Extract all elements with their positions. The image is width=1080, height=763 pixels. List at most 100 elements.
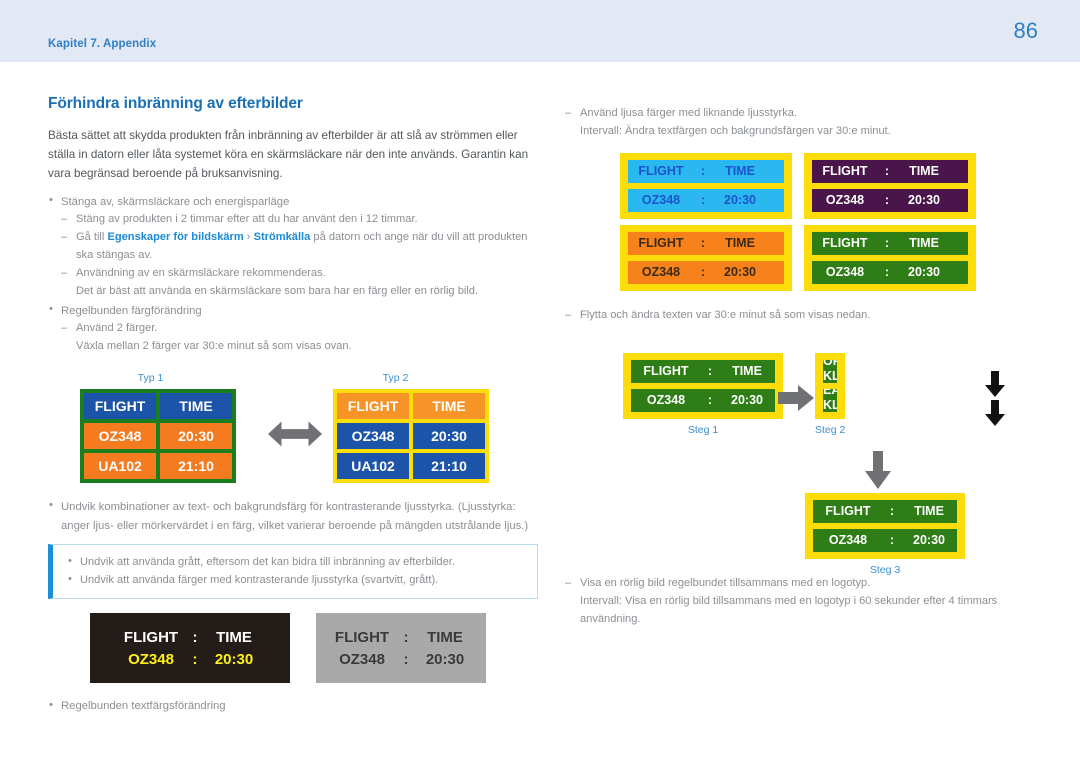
separator: : (889, 533, 895, 548)
link-power-source[interactable]: Strömkälla (254, 231, 311, 243)
contrast-panel-group: FLIGHT : TIME OZ348 : 20:30 FLIGHT : TIM… (90, 613, 538, 684)
cell-flight: OZ348 (641, 265, 681, 280)
cell-flight: OZ348 (337, 423, 409, 450)
list-item: Stänga av, skärmsläckare och energisparl… (48, 192, 538, 301)
right-bullet-1: Använd ljusa färger med liknande ljussty… (565, 105, 1040, 123)
separator: : (192, 650, 198, 668)
list-item: Undvik kombinationer av text- och bakgru… (48, 497, 538, 535)
cell-flight: OZ348 (339, 650, 385, 668)
cell-time: 20:30 (724, 265, 756, 280)
sub-continuation-text: Det är bäst att använda en skärmsläckare… (76, 285, 479, 298)
right-bullet-3-cont: Intervall: Visa en rörlig bild tillsamma… (580, 594, 998, 625)
list-item: Gå till Egenskaper för bildskärm › Ström… (61, 229, 538, 265)
cell-flight: KL0125 (823, 368, 838, 383)
separator: : (884, 236, 890, 251)
right-bullet-2: Flytta och ändra texten var 30:e minut s… (565, 307, 1040, 325)
header-flight: FLIGHT (123, 628, 179, 646)
cell-time: 21:10 (413, 453, 485, 480)
list-item: Regelbunden färgförändring Använd 2 färg… (48, 301, 538, 356)
cell-flight: OZ348 (646, 393, 686, 408)
list-item: Stäng av produkten i 2 timmar efter att … (61, 211, 538, 229)
main-bullet-list: Stänga av, skärmsläckare och energisparl… (48, 192, 538, 356)
table-row: FLIGHT TIME (84, 393, 232, 420)
table-row-scrolling-top: OP0310 : 24:20 KL0125 : 13:50 (823, 359, 838, 383)
page-header-band (0, 0, 1080, 62)
color-panel-cyan: FLIGHT : TIME OZ348 : 20:30 (620, 152, 792, 219)
arrow-down-icon (985, 399, 1005, 426)
header-flight: FLIGHT (822, 164, 868, 179)
header-flight: FLIGHT (638, 164, 684, 179)
steg-diagram: FLIGHT : TIME OZ348 : 20:30 Steg 1 OP031… (565, 341, 1040, 576)
cell-time: 20:30 (913, 533, 945, 548)
steg2-caption: Steg 2 (815, 423, 846, 436)
arrow-right-icon (778, 384, 814, 411)
header-time: TIME (725, 236, 755, 251)
header-flight: FLIGHT (334, 628, 390, 646)
list-item: Undvik att använda färger med kontraster… (67, 570, 527, 590)
header-flight: FLIGHT (638, 236, 684, 251)
cell-time: 20:30 (214, 650, 254, 668)
table-row: OZ348 : 20:30 (628, 188, 784, 212)
steg1-caption: Steg 1 (687, 423, 719, 436)
table-row: UA102 21:10 (337, 453, 485, 480)
table-row: FLIGHT : TIME (812, 159, 968, 183)
cell-time: 20:30 (908, 265, 940, 280)
table-row: OZ348 : 20:30 (326, 651, 476, 668)
color-panel-purple: FLIGHT : TIME OZ348 : 20:30 (804, 152, 976, 219)
separator: : (700, 236, 706, 251)
dark-flight-panel: FLIGHT : TIME OZ348 : 20:30 (90, 613, 290, 684)
list-item: Användning av en skärmsläckare rekommend… (61, 265, 538, 283)
table-row: OZ348 : 20:30 (628, 260, 784, 284)
left-column: Förhindra inbränning av efterbilder Bäst… (48, 95, 538, 715)
table-row: FLIGHT : TIME (628, 231, 784, 255)
steg3-group: FLIGHT : TIME OZ348 : 20:30 Steg 3 (805, 492, 965, 576)
bidirectional-arrow-icon (268, 421, 322, 447)
separator: : (192, 628, 198, 646)
steg1-group: FLIGHT : TIME OZ348 : 20:30 Steg 1 (623, 352, 783, 436)
cell-time: 20:30 (160, 423, 232, 450)
table-row: FLIGHT : TIME (813, 499, 957, 523)
header-time: TIME (732, 364, 762, 379)
page-title: Förhindra inbränning av efterbilder (48, 95, 303, 112)
separator: : (700, 193, 706, 208)
link-display-properties[interactable]: Egenskaper för bildskärm (107, 231, 243, 243)
separator: : (403, 628, 409, 646)
clip-line-b: KL0025 : 16:50 (823, 397, 837, 412)
table-row: FLIGHT : TIME (631, 359, 775, 383)
table-row: OZ348 : 20:30 (812, 260, 968, 284)
header-time: TIME (413, 393, 485, 420)
cell-time: 21:10 (160, 453, 232, 480)
header-flight: FLIGHT (643, 364, 689, 379)
color-panel-grid: FLIGHT : TIME OZ348 : 20:30 FLIGHT : TIM… (620, 152, 1040, 291)
tail-bullet: Regelbunden textfärgsförändring (48, 696, 538, 715)
separator: : (707, 364, 713, 379)
header-time: TIME (160, 393, 232, 420)
table-row: OZ348 : 20:30 (813, 528, 957, 552)
sub-bullet-list-1: Stäng av produkten i 2 timmar efter att … (61, 211, 538, 283)
note-box: Undvik att använda grått, eftersom det k… (48, 543, 538, 600)
header-time: TIME (725, 164, 755, 179)
header-time: TIME (914, 504, 944, 519)
table-row: OZ348 20:30 (337, 423, 485, 450)
gray-flight-panel: FLIGHT : TIME OZ348 : 20:30 (316, 613, 486, 684)
arrow-down-icon (865, 450, 891, 489)
cell-flight: OZ348 (128, 650, 174, 668)
separator: : (889, 504, 895, 519)
list-item: Använd 2 färger. (61, 320, 538, 338)
steg3-flight-board: FLIGHT : TIME OZ348 : 20:30 (805, 492, 965, 559)
note-list: Undvik att använda grått, eftersom det k… (67, 552, 527, 590)
table-row: FLIGHT : TIME (115, 629, 265, 646)
contrast-bullet-list: Undvik kombinationer av text- och bakgru… (48, 497, 538, 535)
cell-flight: OZ348 (825, 193, 865, 208)
header-time: TIME (216, 628, 252, 646)
separator: : (700, 164, 706, 179)
color-panel-green: FLIGHT : TIME OZ348 : 20:30 (804, 224, 976, 291)
cell-flight: UA102 (84, 453, 156, 480)
steg2-flight-board: OP0310 : 24:20 KL0125 : 13:50 EA0110 : 2… (815, 352, 846, 419)
cell-flight: UA102 (337, 453, 409, 480)
breadcrumb-separator: › (243, 231, 254, 244)
typ2-caption: Typ 2 (382, 372, 409, 385)
header-flight: FLIGHT (84, 393, 156, 420)
intro-paragraph: Bästa sättet att skydda produkten från i… (48, 129, 529, 180)
separator: : (707, 393, 713, 408)
